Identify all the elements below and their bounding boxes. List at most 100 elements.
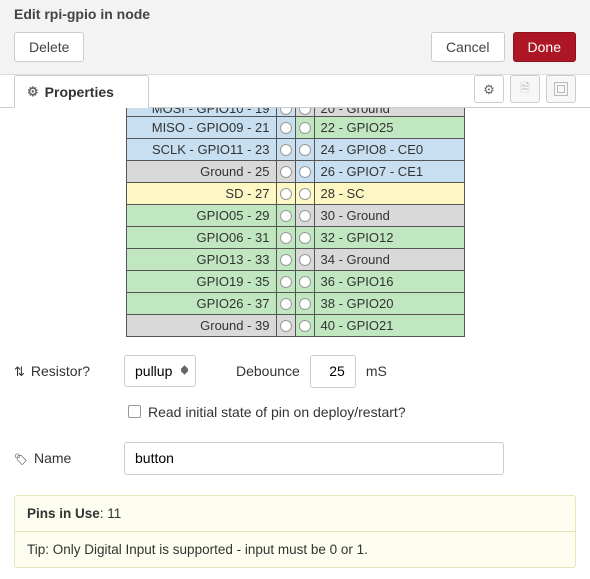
book-icon: 🗎 bbox=[520, 79, 530, 100]
resistor-label-text: Resistor? bbox=[31, 363, 90, 379]
pin-left-label: MOSI - GPIO10 - 19 bbox=[126, 108, 276, 116]
pin-left-label: Ground - 39 bbox=[126, 314, 276, 336]
pin-right-radio[interactable] bbox=[295, 270, 314, 292]
pins-in-use-line: Pins in Use: 11 bbox=[15, 496, 575, 532]
pin-left-radio[interactable] bbox=[276, 248, 295, 270]
pin-right-radio[interactable] bbox=[295, 314, 314, 336]
pin-left-radio[interactable] bbox=[276, 292, 295, 314]
tabs-row: Properties 🗎 bbox=[0, 75, 590, 108]
debounce-input[interactable] bbox=[310, 355, 356, 388]
pin-right-label: 28 - SC bbox=[314, 182, 464, 204]
gear-icon bbox=[483, 81, 495, 98]
tab-tools: 🗎 bbox=[474, 75, 576, 107]
resistor-row: Resistor? pullup Debounce mS bbox=[14, 355, 576, 388]
info-box: Pins in Use: 11 Tip: Only Digital Input … bbox=[14, 495, 576, 568]
pin-right-label: 32 - GPIO12 bbox=[314, 226, 464, 248]
radio-icon bbox=[280, 276, 292, 288]
radio-icon bbox=[299, 122, 311, 134]
doc-tool-button[interactable]: 🗎 bbox=[510, 75, 540, 103]
pin-right-label: 34 - Ground bbox=[314, 248, 464, 270]
square-icon bbox=[554, 82, 568, 96]
resistor-label: Resistor? bbox=[14, 363, 114, 380]
pin-left-radio[interactable] bbox=[276, 204, 295, 226]
read-initial-checkbox[interactable] bbox=[128, 405, 141, 418]
name-label: Name bbox=[14, 450, 114, 466]
radio-icon bbox=[280, 298, 292, 310]
pin-right-radio[interactable] bbox=[295, 292, 314, 314]
pin-right-label: 20 - Ground bbox=[314, 108, 464, 116]
tag-icon bbox=[14, 450, 28, 466]
pin-left-radio[interactable] bbox=[276, 270, 295, 292]
tab-properties[interactable]: Properties bbox=[14, 75, 149, 108]
read-initial-label: Read initial state of pin on deploy/rest… bbox=[148, 404, 406, 420]
pin-right-radio[interactable] bbox=[295, 226, 314, 248]
pin-left-label: GPIO06 - 31 bbox=[126, 226, 276, 248]
pin-right-label: 30 - Ground bbox=[314, 204, 464, 226]
pin-left-label: MISO - GPIO09 - 21 bbox=[126, 116, 276, 138]
pin-right-label: 26 - GPIO7 - CE1 bbox=[314, 160, 464, 182]
pin-right-radio[interactable] bbox=[295, 248, 314, 270]
name-label-text: Name bbox=[34, 450, 71, 466]
pin-left-label: Ground - 25 bbox=[126, 160, 276, 182]
pin-left-label: SCLK - GPIO11 - 23 bbox=[126, 138, 276, 160]
radio-icon bbox=[299, 188, 311, 200]
tip-line: Tip: Only Digital Input is supported - i… bbox=[15, 532, 575, 567]
radio-icon bbox=[299, 108, 311, 115]
pin-left-label: GPIO13 - 33 bbox=[126, 248, 276, 270]
pin-right-radio[interactable] bbox=[295, 116, 314, 138]
header-button-row: Delete Cancel Done bbox=[14, 32, 576, 62]
name-input[interactable] bbox=[124, 442, 504, 475]
pin-left-radio[interactable] bbox=[276, 138, 295, 160]
pin-left-radio[interactable] bbox=[276, 226, 295, 248]
read-initial-row: Read initial state of pin on deploy/rest… bbox=[128, 404, 576, 420]
radio-icon bbox=[299, 210, 311, 222]
radio-icon bbox=[299, 232, 311, 244]
dialog-header: Edit rpi-gpio in node Delete Cancel Done bbox=[0, 0, 590, 75]
pin-table-wrap: MOSI - GPIO10 - 19 20 - Ground MISO - GPIO… bbox=[14, 108, 576, 337]
radio-icon bbox=[299, 320, 311, 332]
content-area: MOSI - GPIO10 - 19 20 - Ground MISO - GPIO… bbox=[0, 108, 590, 579]
cancel-button[interactable]: Cancel bbox=[431, 32, 505, 62]
updown-icon bbox=[14, 363, 25, 380]
expand-tool-button[interactable] bbox=[546, 75, 576, 103]
radio-icon bbox=[280, 210, 292, 222]
delete-button[interactable]: Delete bbox=[14, 32, 84, 62]
pin-left-radio[interactable] bbox=[276, 116, 295, 138]
pin-left-radio[interactable] bbox=[276, 314, 295, 336]
pin-right-label: 22 - GPIO25 bbox=[314, 116, 464, 138]
resistor-select[interactable]: pullup bbox=[124, 355, 196, 387]
resistor-select-wrap: pullup bbox=[124, 355, 196, 387]
pin-right-label: 38 - GPIO20 bbox=[314, 292, 464, 314]
pin-right-radio[interactable] bbox=[295, 204, 314, 226]
radio-icon bbox=[280, 108, 292, 115]
pin-right-label: 40 - GPIO21 bbox=[314, 314, 464, 336]
radio-icon bbox=[280, 254, 292, 266]
header-right-buttons: Cancel Done bbox=[431, 32, 576, 62]
radio-icon bbox=[299, 298, 311, 310]
radio-icon bbox=[299, 276, 311, 288]
pin-left-radio[interactable] bbox=[276, 108, 295, 116]
radio-icon bbox=[280, 232, 292, 244]
pin-left-label: SD - 27 bbox=[126, 182, 276, 204]
debounce-unit: mS bbox=[366, 363, 387, 379]
pins-in-use-label: Pins in Use bbox=[27, 506, 100, 521]
radio-icon bbox=[280, 166, 292, 178]
pin-left-label: GPIO05 - 29 bbox=[126, 204, 276, 226]
pin-right-label: 24 - GPIO8 - CE0 bbox=[314, 138, 464, 160]
name-row: Name bbox=[14, 442, 576, 475]
done-button[interactable]: Done bbox=[513, 32, 576, 62]
dialog-title: Edit rpi-gpio in node bbox=[14, 6, 576, 22]
pin-left-radio[interactable] bbox=[276, 160, 295, 182]
pin-right-radio[interactable] bbox=[295, 108, 314, 116]
radio-icon bbox=[280, 188, 292, 200]
pin-left-radio[interactable] bbox=[276, 182, 295, 204]
pin-right-radio[interactable] bbox=[295, 182, 314, 204]
pin-left-label: GPIO19 - 35 bbox=[126, 270, 276, 292]
settings-tool-button[interactable] bbox=[474, 75, 504, 103]
radio-icon bbox=[299, 144, 311, 156]
radio-icon bbox=[280, 144, 292, 156]
pin-right-label: 36 - GPIO16 bbox=[314, 270, 464, 292]
pin-right-radio[interactable] bbox=[295, 160, 314, 182]
tab-properties-label: Properties bbox=[45, 84, 114, 100]
pin-right-radio[interactable] bbox=[295, 138, 314, 160]
